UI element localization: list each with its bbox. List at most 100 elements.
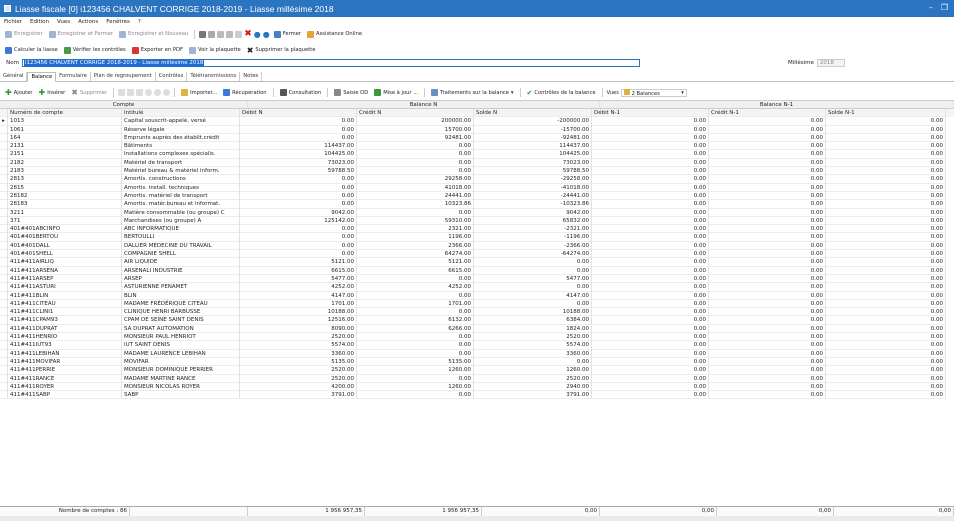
- table-cell[interactable]: 6132.00: [357, 316, 474, 325]
- table-cell[interactable]: 0.00: [592, 341, 709, 350]
- calculate-button[interactable]: Calculer la liasse: [3, 46, 60, 54]
- table-cell[interactable]: 0.00: [709, 258, 826, 267]
- table-cell[interactable]: 0.00: [592, 142, 709, 151]
- table-cell[interactable]: 1260.00: [474, 366, 592, 375]
- table-cell[interactable]: 0.00: [826, 357, 946, 367]
- table-cell[interactable]: 0.00: [592, 216, 709, 226]
- table-cell[interactable]: 0.00: [826, 308, 946, 317]
- table-cell[interactable]: 0.00: [592, 349, 709, 358]
- table-cell[interactable]: 0.00: [357, 167, 474, 176]
- table-cell[interactable]: 29258.00: [357, 175, 474, 184]
- table-cell[interactable]: 2151: [8, 150, 122, 159]
- table-cell[interactable]: 411#411MOVIFAR: [8, 357, 122, 367]
- table-cell[interactable]: 114437.00: [474, 142, 592, 151]
- zoom-out-icon[interactable]: [163, 89, 171, 96]
- table-cell[interactable]: ABC INFORMATIQUE: [122, 225, 240, 234]
- table-cell[interactable]: Matériel de transport: [122, 158, 240, 168]
- table-cell[interactable]: 0.00: [826, 133, 946, 143]
- table-cell[interactable]: CLINIQUE HENRI BARBUSSE: [122, 308, 240, 317]
- name-field[interactable]: i123456 CHALVENT CORRIGE 2018-2019 - Lia…: [22, 59, 640, 67]
- table-cell[interactable]: 0.00: [826, 341, 946, 350]
- table-cell[interactable]: 73023.00: [240, 158, 357, 168]
- table-cell[interactable]: 4147.00: [240, 291, 357, 300]
- table-cell[interactable]: 0.00: [592, 208, 709, 217]
- table-cell[interactable]: 0.00: [592, 266, 709, 275]
- table-cell[interactable]: 6615.00: [357, 266, 474, 275]
- table-cell[interactable]: 0.00: [826, 324, 946, 334]
- table-cell[interactable]: BERTOULLI: [122, 233, 240, 242]
- table-cell[interactable]: 0.00: [826, 316, 946, 325]
- table-row[interactable]: 411#411ARSENA ARSENALI INDUSTRIE 6615.00 66…: [0, 266, 954, 275]
- table-cell[interactable]: 0.00: [240, 175, 357, 184]
- table-cell[interactable]: 3791.00: [474, 391, 592, 400]
- table-cell[interactable]: 0.00: [826, 391, 946, 400]
- table-cell[interactable]: Réserve légale: [122, 125, 240, 134]
- column-header[interactable]: Intitulé: [122, 109, 240, 118]
- table-cell[interactable]: Matière consommable (ou groupe) C: [122, 208, 240, 217]
- forward-icon[interactable]: [226, 30, 234, 38]
- table-cell[interactable]: 0.00: [709, 125, 826, 134]
- table-cell[interactable]: 0.00: [592, 299, 709, 309]
- views-select[interactable]: 2 Balances ▾: [620, 88, 687, 97]
- table-cell[interactable]: 0.00: [357, 391, 474, 400]
- table-cell[interactable]: 0.00: [826, 208, 946, 217]
- tab-t-l-transmissions[interactable]: Télétransmissions: [187, 72, 241, 81]
- table-cell[interactable]: 1196.00: [357, 233, 474, 242]
- table-cell[interactable]: Matériel bureau & matériel inform.: [122, 167, 240, 176]
- table-cell[interactable]: 0.00: [240, 225, 357, 234]
- copy-icon[interactable]: [235, 30, 243, 38]
- restore-icon[interactable]: ❐: [941, 3, 948, 12]
- table-cell[interactable]: 411#411AIRLIQ: [8, 258, 122, 267]
- table-cell[interactable]: 0.00: [592, 308, 709, 317]
- table-cell[interactable]: 5121.00: [357, 258, 474, 267]
- table-cell[interactable]: 0.00: [826, 283, 946, 292]
- table-cell[interactable]: 0.00: [709, 357, 826, 367]
- table-cell[interactable]: 104425.00: [240, 150, 357, 159]
- table-cell[interactable]: 0.00: [709, 349, 826, 358]
- table-cell[interactable]: 0.00: [592, 133, 709, 143]
- column-header[interactable]: Numéro de compte: [8, 109, 122, 118]
- tab-balance[interactable]: Balance: [27, 72, 57, 82]
- table-cell[interactable]: 0.00: [826, 274, 946, 284]
- table-cell[interactable]: 4252.00: [357, 283, 474, 292]
- table-cell[interactable]: 0.00: [592, 200, 709, 209]
- cut-icon[interactable]: [118, 89, 126, 96]
- table-cell[interactable]: 0.00: [592, 382, 709, 392]
- consultation-button[interactable]: Consultation: [278, 89, 324, 96]
- table-cell[interactable]: Emprunts auprès des établit.crédit: [122, 133, 240, 143]
- table-cell[interactable]: 4200.00: [240, 382, 357, 392]
- table-cell[interactable]: 3211: [8, 208, 122, 217]
- table-cell[interactable]: 5135.00: [240, 357, 357, 367]
- table-cell[interactable]: 2183: [8, 167, 122, 176]
- table-cell[interactable]: 0.00: [357, 142, 474, 151]
- refresh-icon[interactable]: ●: [254, 30, 261, 39]
- table-cell[interactable]: 0.00: [709, 216, 826, 226]
- tab-notes[interactable]: Notes: [240, 72, 263, 81]
- table-cell[interactable]: 0.00: [826, 191, 946, 201]
- table-cell[interactable]: 0.00: [474, 283, 592, 292]
- table-row[interactable]: 2182 Matériel de transport 73023.00 0.00 730…: [0, 158, 954, 168]
- table-cell[interactable]: 411#411IUT93: [8, 341, 122, 350]
- table-row[interactable]: 411#411ASTURI ASTURIENNE PENAMET 4252.00 42…: [0, 283, 954, 292]
- add-button[interactable]: ✚ Ajouter: [3, 88, 35, 97]
- table-cell[interactable]: 0.00: [474, 258, 592, 267]
- table-row[interactable]: 371 Marchandises (ou groupe) A 125142.00 59…: [0, 216, 954, 226]
- table-cell[interactable]: 0.00: [240, 241, 357, 251]
- table-cell[interactable]: 1061: [8, 125, 122, 134]
- tab-contr-les[interactable]: Contrôles: [156, 72, 188, 81]
- table-row[interactable]: 401#401DALL DALLIER MEDECINE DU TRAVAIL 0.…: [0, 241, 954, 251]
- table-cell[interactable]: 0.00: [592, 175, 709, 184]
- export-pdf-button[interactable]: Exporter en PDF: [130, 46, 185, 54]
- close-button[interactable]: Fermer: [272, 30, 303, 38]
- table-cell[interactable]: 59788.50: [474, 167, 592, 176]
- table-cell[interactable]: 0.00: [240, 183, 357, 192]
- menu-item-1[interactable]: Edition: [30, 19, 49, 25]
- table-cell[interactable]: 411#411HENRIO: [8, 333, 122, 342]
- saisie-od-button[interactable]: Saisie OD: [332, 89, 370, 96]
- column-header[interactable]: Solde N-1: [826, 109, 946, 118]
- table-cell[interactable]: MADAME MARTINE RANCE: [122, 374, 240, 383]
- table-cell[interactable]: 65832.00: [474, 216, 592, 226]
- table-cell[interactable]: -1196.00: [474, 233, 592, 242]
- table-cell[interactable]: 2182: [8, 158, 122, 168]
- table-row[interactable]: 164 Emprunts auprès des établit.crédit 0.0…: [0, 133, 954, 143]
